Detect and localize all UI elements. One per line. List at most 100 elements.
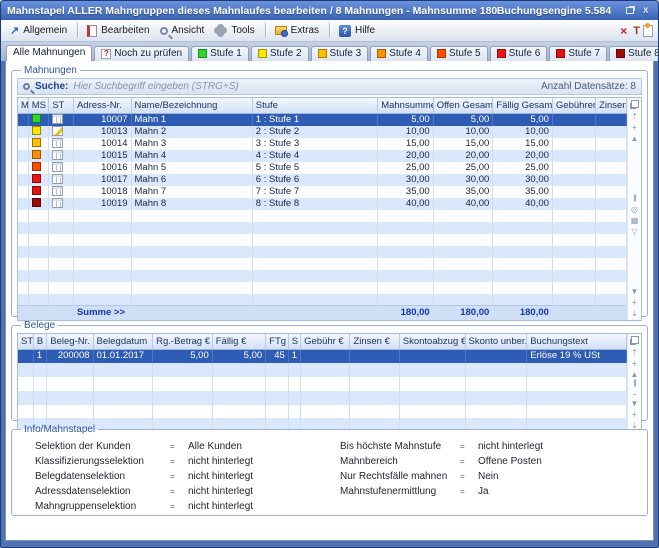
close-window-icon[interactable]: x <box>640 5 652 17</box>
scroll-bottom-icon[interactable]: ⇣ <box>631 309 638 318</box>
tab-label: Stufe 5 <box>449 48 481 59</box>
col-offen[interactable]: Offen Gesamt € <box>433 98 493 113</box>
scroll-down-icon[interactable]: ▼ <box>631 287 639 296</box>
col-stufe[interactable]: Stufe <box>252 98 377 113</box>
scroll-up-icon[interactable]: ▲ <box>631 134 639 143</box>
toolbar-separator <box>329 23 331 38</box>
mahnung-row[interactable]: 10014Mahn 33 : Stufe 315,0015,0015,00 <box>18 138 627 150</box>
export-icon[interactable]: ▦ <box>631 216 639 225</box>
col-ftg[interactable]: FTg <box>266 334 289 349</box>
mahnung-row[interactable]: 10015Mahn 44 : Stufe 420,0020,0020,00 <box>18 150 627 162</box>
tab-stufe-7[interactable]: Stufe 7 <box>549 46 607 61</box>
col-gebuehr[interactable]: Gebühr € <box>301 334 350 349</box>
tab-stufe-8[interactable]: Stufe 8 <box>609 46 659 61</box>
col-ms[interactable]: MS <box>28 98 49 113</box>
faellig-cell: 15,00 <box>493 138 553 150</box>
col-zinsen[interactable]: Zinsen € <box>350 334 399 349</box>
copy-icon[interactable] <box>631 336 639 344</box>
copy-icon[interactable] <box>631 100 639 108</box>
tab-noch-zu-pruefen[interactable]: ?Noch zu prüfen <box>94 46 189 61</box>
mahnsumme-cell: 10,00 <box>378 126 434 138</box>
name-cell: Mahn 6 <box>131 174 252 186</box>
info-item: Mahnstufenermittlung=Ja <box>340 486 543 501</box>
col-s[interactable]: S <box>288 334 300 349</box>
tab-label: Stufe 2 <box>270 48 302 59</box>
empty-row <box>18 246 627 258</box>
new-note-icon[interactable] <box>643 25 653 37</box>
view-magnifier-icon <box>160 27 168 35</box>
columns-icon[interactable]: ||| <box>633 194 635 203</box>
mahnung-row[interactable]: 10013Mahn 22 : Stufe 210,0010,0010,00 <box>18 126 627 138</box>
tab-label: Stufe 8 <box>628 48 659 59</box>
info-value: Nein <box>478 471 499 482</box>
menu-allgemein[interactable]: ↗ Allgemein <box>6 22 73 39</box>
zoom-icon[interactable]: ◎ <box>631 205 638 214</box>
status-grid-icon <box>52 138 63 148</box>
adressnr-cell: 10015 <box>73 150 131 162</box>
mahnstufe-color-chip <box>32 162 41 171</box>
add-icon[interactable]: + <box>632 359 637 368</box>
question-icon: ? <box>101 49 111 59</box>
menu-ansicht[interactable]: Ansicht <box>156 23 211 38</box>
buchungstext-cell: Erlöse 19 % USt <box>527 349 627 363</box>
zinsen-cell <box>596 198 627 210</box>
empty-row <box>18 377 627 391</box>
tab-stufe-4[interactable]: Stufe 4 <box>370 46 428 61</box>
add-icon[interactable]: + <box>632 410 637 419</box>
stufe-cell: 5 : Stufe 5 <box>252 162 377 174</box>
menu-hilfe[interactable]: ? Hilfe <box>335 23 381 39</box>
col-buchungstext[interactable]: Buchungstext <box>527 334 627 349</box>
restore-glyph <box>626 7 634 14</box>
col-skontoabzug[interactable]: Skontoabzug € <box>399 334 465 349</box>
col-belegnr[interactable]: Beleg-Nr. <box>47 334 93 349</box>
columns-icon[interactable]: ||| <box>633 379 635 388</box>
minus-icon[interactable]: − <box>632 390 637 399</box>
col-m[interactable]: M <box>18 98 28 113</box>
search-label: Suche: <box>35 81 68 92</box>
col-name[interactable]: Name/Bezeichnung <box>131 98 252 113</box>
menu-tools[interactable]: Tools <box>210 22 260 39</box>
add-icon[interactable]: + <box>632 298 637 307</box>
col-gebuehren[interactable]: Gebühren € <box>552 98 595 113</box>
search-input[interactable] <box>73 81 536 92</box>
pin-icon[interactable]: T <box>630 25 643 37</box>
col-skonto-unber[interactable]: Skonto unber. € <box>465 334 527 349</box>
col-adressnr[interactable]: Adress-Nr. <box>73 98 131 113</box>
tab-stufe-2[interactable]: Stufe 2 <box>251 46 309 61</box>
mahnung-row[interactable]: 10018Mahn 77 : Stufe 735,0035,0035,00 <box>18 186 627 198</box>
col-mahnsumme[interactable]: Mahnsumme € <box>378 98 434 113</box>
mahnung-row[interactable]: 10017Mahn 66 : Stufe 630,0030,0030,00 <box>18 174 627 186</box>
col-st[interactable]: ST <box>49 98 74 113</box>
info-label: Nur Rechtsfälle mahnen <box>340 471 460 482</box>
faellig-cell: 25,00 <box>493 162 553 174</box>
col-st[interactable]: ST <box>18 334 33 349</box>
filter-icon[interactable]: ▽ <box>631 227 637 236</box>
mahnung-row[interactable]: 10019Mahn 88 : Stufe 840,0040,0040,00 <box>18 198 627 210</box>
add-icon[interactable]: + <box>632 123 637 132</box>
tab-stufe-3[interactable]: Stufe 3 <box>311 46 369 61</box>
menu-bearbeiten[interactable]: Bearbeiten <box>83 23 155 39</box>
col-faellig[interactable]: Fällig € <box>212 334 265 349</box>
gebuehren-cell <box>552 198 595 210</box>
close-form-icon[interactable]: × <box>617 24 630 38</box>
beleg-row[interactable]: 120000801.01.20175,005,00451Erlöse 19 % … <box>18 349 627 363</box>
tab-stufe-1[interactable]: Stufe 1 <box>191 46 249 61</box>
col-b[interactable]: B <box>33 334 46 349</box>
scroll-up-icon[interactable]: ▲ <box>631 370 639 379</box>
tab-stufe-6[interactable]: Stufe 6 <box>490 46 548 61</box>
col-belegdatum[interactable]: Belegdatum <box>93 334 153 349</box>
mahnung-row[interactable]: 10007Mahn 11 : Stufe 15,005,005,00 <box>18 113 627 126</box>
scroll-down-icon[interactable]: ▼ <box>631 399 639 408</box>
col-faellig[interactable]: Fällig Gesamt € <box>493 98 553 113</box>
scroll-top-icon[interactable]: ⇡ <box>631 112 638 121</box>
col-zinsen[interactable]: Zinsen <box>596 98 627 113</box>
tab-page: Mahnungen Suche: Anzahl Datensätze: 8 <box>5 61 654 541</box>
menu-extras[interactable]: Extras <box>271 23 325 38</box>
tab-alle-mahnungen[interactable]: Alle Mahnungen <box>6 45 92 61</box>
tab-stufe-5[interactable]: Stufe 5 <box>430 46 488 61</box>
mahnung-row[interactable]: 10016Mahn 55 : Stufe 525,0025,0025,00 <box>18 162 627 174</box>
col-rg-betrag[interactable]: Rg.-Betrag € <box>153 334 213 349</box>
scroll-top-icon[interactable]: ⇡ <box>631 348 638 357</box>
empty-row <box>18 270 627 282</box>
restore-window-icon[interactable] <box>624 5 636 17</box>
